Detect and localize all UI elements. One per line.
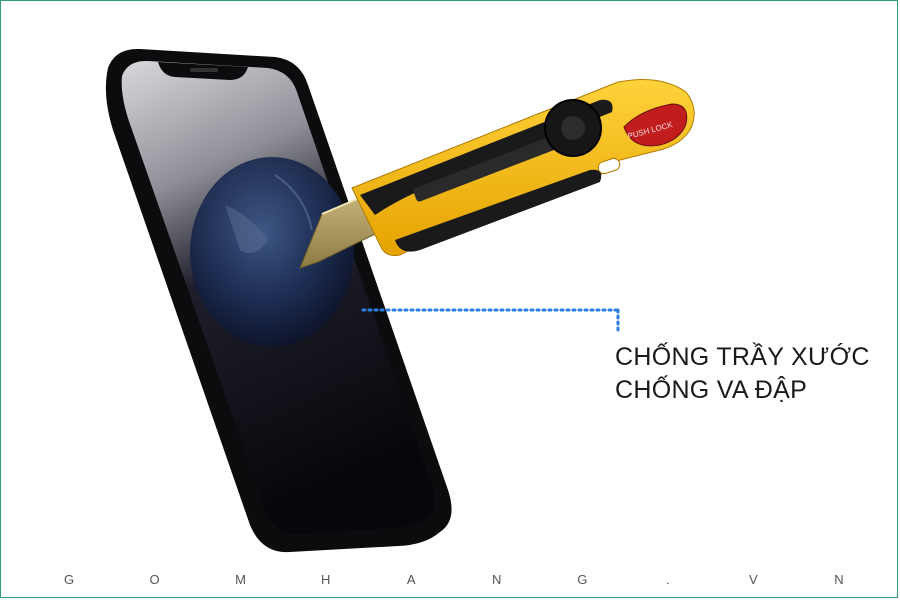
product-illustration: PUSH LOCK bbox=[105, 48, 695, 553]
watermark-letter: . bbox=[666, 572, 670, 587]
watermark-letter: M bbox=[235, 572, 246, 587]
watermark-letter: A bbox=[406, 572, 416, 587]
watermark-letter: N bbox=[492, 572, 502, 587]
watermark-letter: H bbox=[320, 572, 331, 587]
caption-line-scratch: CHỐNG TRẦY XƯỚC bbox=[615, 343, 870, 371]
watermark: G O M H A N G. V N bbox=[64, 572, 844, 587]
callout-connector bbox=[361, 308, 620, 336]
utility-knife: PUSH LOCK bbox=[299, 79, 695, 269]
watermark-letter: G bbox=[577, 572, 588, 587]
phone-speaker bbox=[190, 68, 218, 72]
watermark-letter: G bbox=[64, 572, 75, 587]
caption-line-impact: CHỐNG VA ĐẬP bbox=[615, 376, 808, 404]
watermark-letter: O bbox=[149, 572, 160, 587]
watermark-letter: N bbox=[834, 572, 844, 587]
feature-caption: CHỐNG TRẦY XƯỚC CHỐNG VA ĐẬP bbox=[615, 341, 870, 407]
phone bbox=[105, 48, 452, 553]
knife-body-yellow bbox=[351, 79, 695, 256]
watermark-letter: V bbox=[749, 572, 758, 587]
